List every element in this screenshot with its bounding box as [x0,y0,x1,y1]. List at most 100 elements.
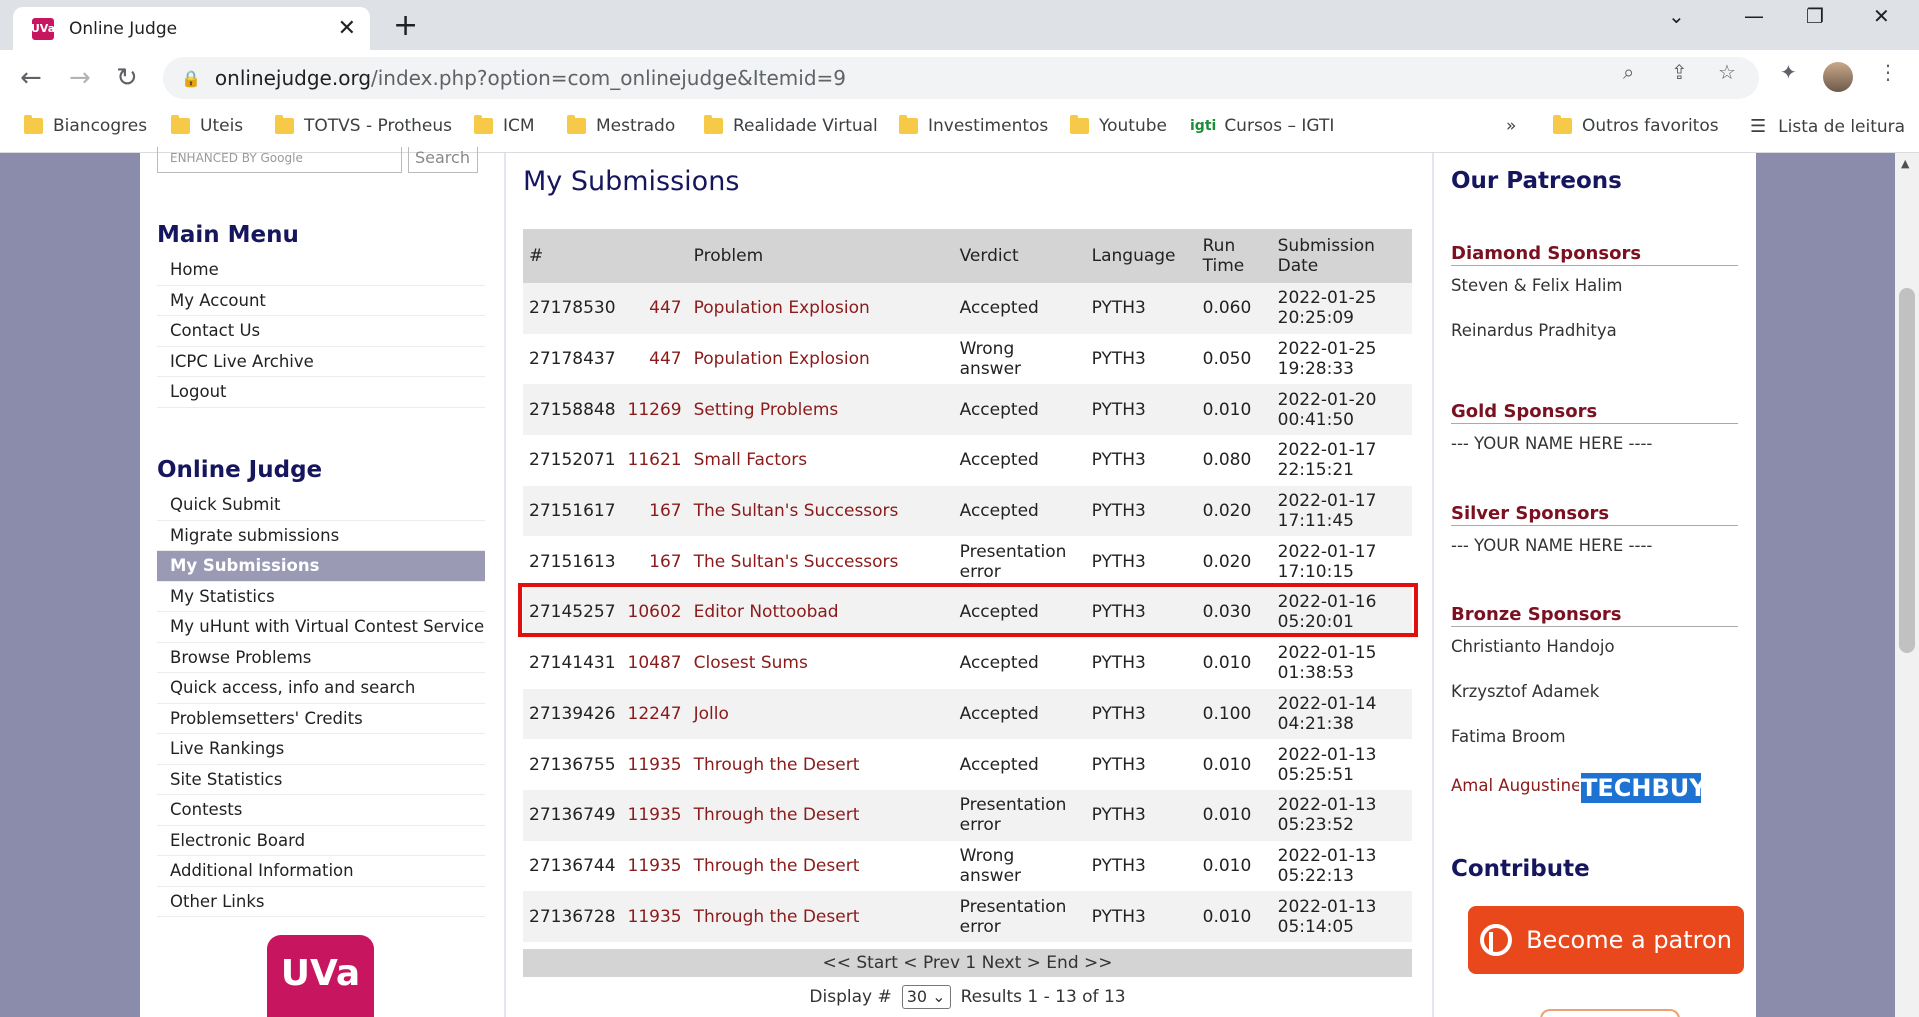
language: PYTH3 [1085,283,1197,334]
patreon-icon [1480,924,1513,956]
problem-id[interactable]: 167 [621,536,688,588]
techbuy-logo[interactable]: TECHBUY [1579,771,1707,805]
bookmark-icm[interactable]: ICM [474,115,535,136]
menu-item-home[interactable]: Home [157,255,485,286]
bookmark-mestrado[interactable]: Mestrado [567,115,675,136]
problem-name[interactable]: Through the Desert [687,891,954,942]
online-judge-title: Online Judge [157,457,323,483]
address-bar[interactable]: 🔒 onlinejudge.org/index.php?option=com_o… [163,57,1759,99]
bookmark-igti[interactable]: igti Cursos – IGTI [1190,116,1334,136]
minimize-icon[interactable]: — [1744,4,1764,28]
bookmark-youtube[interactable]: Youtube [1070,115,1167,136]
language: PYTH3 [1085,688,1197,740]
menu-item-additional-information[interactable]: Additional Information [157,856,485,887]
menu-item-problemsetters-credits[interactable]: Problemsetters' Credits [157,704,485,734]
menu-item-live-rankings[interactable]: Live Rankings [157,734,485,765]
problem-name[interactable]: Small Factors [687,435,954,486]
menu-item-my-uhunt[interactable]: My uHunt with Virtual Contest Service [157,612,485,643]
problem-id[interactable]: 11935 [621,891,688,942]
menu-item-contact-us[interactable]: Contact Us [157,316,485,347]
submission-date-time: 19:28:33 [1277,359,1354,380]
url-host: onlinejudge.org [214,66,372,90]
problem-id[interactable]: 11621 [621,435,688,486]
close-tab-icon[interactable]: ✕ [338,16,356,41]
search-input[interactable]: ENHANCED BY Google [157,147,402,173]
bookmark-totvs[interactable]: TOTVS - Protheus [275,115,452,136]
menu-item-browse-problems[interactable]: Browse Problems [157,643,485,673]
menu-item-other-links[interactable]: Other Links [157,887,485,917]
submission-id: 27151617 [523,485,622,537]
back-icon[interactable]: ← [20,63,42,93]
problem-name[interactable]: Through the Desert [687,739,954,790]
problem-id[interactable]: 447 [621,283,688,334]
patron-button-label: Become a patron [1526,926,1732,954]
problem-name[interactable]: Through the Desert [687,789,954,841]
problem-name[interactable]: Closest Sums [687,637,954,689]
forward-icon[interactable]: → [69,63,91,93]
menu-item-quick-access[interactable]: Quick access, info and search [157,673,485,704]
reading-list[interactable]: ☰ Lista de leitura [1750,116,1905,137]
profile-avatar[interactable] [1823,62,1853,92]
problem-id[interactable]: 11935 [621,840,688,892]
menu-item-my-submissions[interactable]: My Submissions [157,551,485,582]
menu-item-electronic-board[interactable]: Electronic Board [157,826,485,856]
sponsor-link[interactable]: Amal Augustine [1451,776,1581,795]
problem-id[interactable]: 11935 [621,739,688,790]
problem-name[interactable]: Jollo [687,688,954,740]
more-bookmarks-icon[interactable]: » [1506,116,1516,136]
patreon-badge[interactable] [1540,1009,1680,1017]
problem-id[interactable]: 11935 [621,789,688,841]
menu-item-site-statistics[interactable]: Site Statistics [157,765,485,795]
table-row: 27136755 11935 Through the Desert Accepted P… [523,739,1412,790]
pagination[interactable]: << Start < Prev 1 Next > End >> [523,949,1412,977]
scroll-up-icon[interactable]: ▲ [1901,157,1909,170]
submission-id: 27139426 [523,688,622,740]
problem-name[interactable]: The Sultan's Successors [687,485,954,537]
display-select[interactable]: 30 ⌄ [901,985,951,1009]
extensions-icon[interactable]: ✦ [1780,60,1797,84]
problem-id[interactable]: 10487 [621,637,688,689]
problem-name[interactable]: Population Explosion [687,283,954,334]
problem-name[interactable]: Setting Problems [687,384,954,436]
zoom-icon[interactable]: ⌕ [1623,60,1634,84]
star-icon[interactable]: ☆ [1718,60,1736,84]
igti-icon: igti [1190,118,1217,134]
menu-item-my-account[interactable]: My Account [157,286,485,316]
problem-name[interactable]: The Sultan's Successors [687,536,954,588]
menu-dots-icon[interactable]: ⋮ [1878,60,1898,84]
reload-icon[interactable]: ↻ [116,63,138,93]
bookmark-biancogres[interactable]: Biancogres [24,115,147,136]
search-button[interactable]: Search [408,147,478,173]
bookmark-investimentos[interactable]: Investimentos [899,115,1048,136]
problem-id[interactable]: 167 [621,485,688,537]
folder-icon [1553,115,1572,134]
bookmark-outros-favoritos[interactable]: Outros favoritos [1553,115,1719,136]
menu-item-contests[interactable]: Contests [157,795,485,826]
menu-item-quick-submit[interactable]: Quick Submit [157,490,485,521]
uva-logo[interactable]: UVa [267,935,374,1017]
new-tab-icon[interactable]: + [393,8,418,43]
menu-item-migrate-submissions[interactable]: Migrate submissions [157,521,485,551]
menu-item-icpc-live-archive[interactable]: ICPC Live Archive [157,347,485,377]
problem-id[interactable]: 12247 [621,688,688,740]
page-scrollbar[interactable]: ▲ [1895,153,1919,1017]
restore-icon[interactable]: ❐ [1806,4,1824,28]
window-close-icon[interactable]: ✕ [1873,4,1890,28]
bookmark-uteis[interactable]: Uteis [171,115,243,136]
header-problem-id [621,229,688,283]
problem-id[interactable]: 447 [621,333,688,385]
submission-date-day: 2022-01-15 [1277,643,1377,664]
bookmark-realidade-virtual[interactable]: Realidade Virtual [704,115,878,136]
problem-name[interactable]: Through the Desert [687,840,954,892]
tab-search-icon[interactable]: ⌄ [1668,4,1685,28]
scroll-thumb[interactable] [1899,288,1915,653]
share-icon[interactable]: ⇪ [1671,60,1688,84]
problem-id[interactable]: 11269 [621,384,688,436]
display-value: 30 [906,987,928,1006]
become-patron-button[interactable]: Become a patron [1468,906,1744,974]
browser-tab[interactable]: UVa Online Judge ✕ [13,7,370,50]
menu-item-logout[interactable]: Logout [157,377,485,408]
sponsor-name: Christianto Handojo [1451,637,1615,656]
menu-item-my-statistics[interactable]: My Statistics [157,582,485,612]
problem-name[interactable]: Population Explosion [687,333,954,385]
